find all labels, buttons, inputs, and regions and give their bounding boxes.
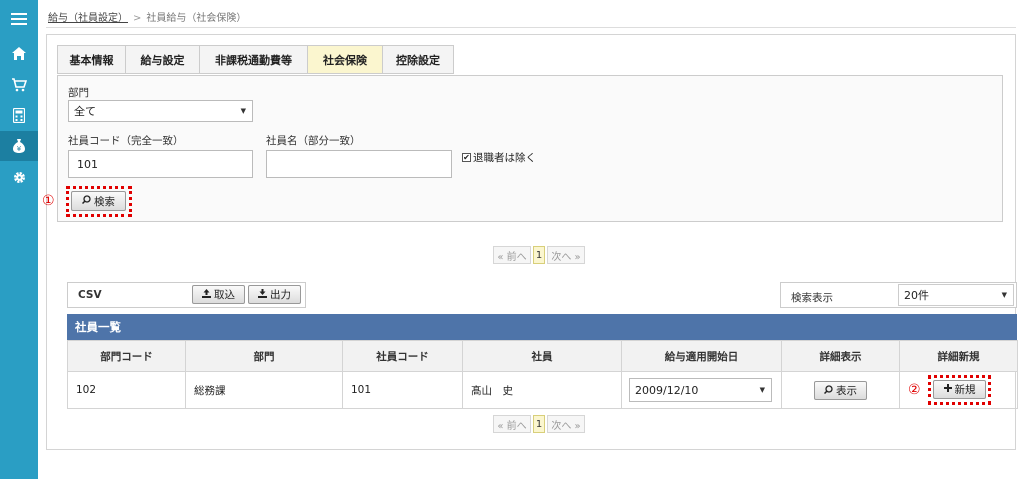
breadcrumb-divider [46,27,1016,28]
csv-export-label: 出力 [270,289,291,301]
employee-list-title: 社員一覧 [67,314,1017,340]
main-content: 給与（社員設定） > 社員給与（社会保険） 基本情報 給与設定 非課税通勤費等 社会… [38,0,1024,479]
employee-name-input[interactable] [266,150,452,178]
exclude-retired-label: 退職者は除く [473,152,536,164]
start-date-cell: 2009/12/10 ▼ [621,371,782,409]
csv-export-button[interactable]: 出力 [248,285,301,304]
svg-text:¥: ¥ [17,145,22,153]
csv-label: CSV [78,289,102,301]
home-icon[interactable] [0,38,38,68]
column-header: 詳細新規 [899,340,1018,372]
calculator-icon[interactable] [0,100,38,130]
tab-commuting[interactable]: 非課税通勤費等 [199,45,307,74]
display-count-select[interactable]: 20件 ▼ [898,284,1014,306]
column-header: 給与適用開始日 [621,340,782,372]
next-page-button[interactable]: 次へ » [547,246,585,264]
chevron-down-icon: ▼ [759,386,765,394]
exclude-retired-checkbox[interactable]: ✔ 退職者は除く [462,150,536,165]
detail-view-cell: 表示 [781,371,900,409]
money-bag-icon[interactable]: ¥ [0,131,38,161]
start-date-select[interactable]: 2009/12/10 ▼ [629,378,772,402]
content-panel: 基本情報 給与設定 非課税通勤費等 社会保険 控除設定 部門 全て ▼ 社員コー… [42,34,1018,450]
tab-salary-settings[interactable]: 給与設定 [125,45,199,74]
display-count-box: 検索表示 20件 ▼ [780,282,1017,308]
search-form: 部門 全て ▼ 社員コード（完全一致） 101 社員名（部分一致） ✔ 退職者は… [57,75,1003,222]
employee-code-value: 101 [77,157,98,171]
dept-code-cell: 102 [67,371,186,409]
step-marker-1: ① [42,193,55,209]
current-page[interactable]: 1 [533,415,545,433]
pagination-bottom: « 前へ 1 次へ » [493,415,587,433]
tab-basic-info[interactable]: 基本情報 [57,45,125,74]
current-page[interactable]: 1 [533,246,545,264]
breadcrumb-separator: > [133,13,142,24]
csv-import-label: 取込 [214,289,235,301]
sidebar: ¥ [0,0,38,479]
pagination-top: « 前へ 1 次へ » [493,246,587,264]
new-button-highlight [928,375,991,405]
column-header: 詳細表示 [781,340,900,372]
breadcrumb-current: 社員給与（社会保険） [146,13,247,24]
step-marker-2: ② [908,382,921,398]
employee-name-label: 社員名（部分一致） [266,135,361,147]
employee-code-label: 社員コード（完全一致） [68,135,184,147]
column-header: 部門コード [67,340,186,372]
upload-icon [202,288,211,301]
tab-deduction[interactable]: 控除設定 [382,45,454,74]
start-date-value: 2009/12/10 [635,383,699,397]
breadcrumb: 給与（社員設定） > 社員給与（社会保険） [48,9,246,24]
employee-table: 部門コード 部門 社員コード 社員 給与適用開始日 詳細表示 詳細新規 102 … [67,340,1018,409]
breadcrumb-link[interactable]: 給与（社員設定） [48,13,128,24]
chevron-down-icon: ▼ [240,107,246,115]
cart-icon[interactable] [0,69,38,99]
gear-icon[interactable] [0,162,38,192]
menu-icon[interactable] [0,4,38,34]
detail-view-label: 表示 [836,385,857,397]
department-select-value: 全て [74,105,96,118]
next-page-button[interactable]: 次へ » [547,415,585,433]
csv-import-button[interactable]: 取込 [192,285,245,304]
display-count-value: 20件 [904,289,929,302]
download-icon [258,288,267,301]
prev-page-button[interactable]: « 前へ [493,246,531,264]
department-select[interactable]: 全て ▼ [68,100,253,122]
employee-code-input[interactable]: 101 [68,150,253,178]
tab-social-insurance[interactable]: 社会保険 [307,45,382,74]
csv-toolbar: CSV 取込 出力 [67,282,306,308]
column-header: 社員コード [342,340,463,372]
checkbox-checked-icon[interactable]: ✔ [462,153,471,162]
prev-page-button[interactable]: « 前へ [493,415,531,433]
tab-bar: 基本情報 給与設定 非課税通勤費等 社会保険 控除設定 [57,45,454,74]
table-row: 102 総務課 101 髙山 史 2009/12/10 ▼ 表示 ② 新規 [67,371,1018,409]
display-count-label: 検索表示 [791,292,833,304]
chevron-down-icon: ▼ [1001,291,1007,299]
search-button-highlight [66,186,132,217]
search-icon [823,384,833,397]
detail-new-cell: ② 新規 [899,371,1018,409]
detail-view-button[interactable]: 表示 [814,381,867,400]
emp-code-cell: 101 [342,371,463,409]
column-header: 部門 [185,340,343,372]
table-header-row: 部門コード 部門 社員コード 社員 給与適用開始日 詳細表示 詳細新規 [67,340,1018,372]
department-label: 部門 [68,87,89,99]
emp-name-cell: 髙山 史 [462,371,622,409]
column-header: 社員 [462,340,622,372]
dept-cell: 総務課 [185,371,343,409]
